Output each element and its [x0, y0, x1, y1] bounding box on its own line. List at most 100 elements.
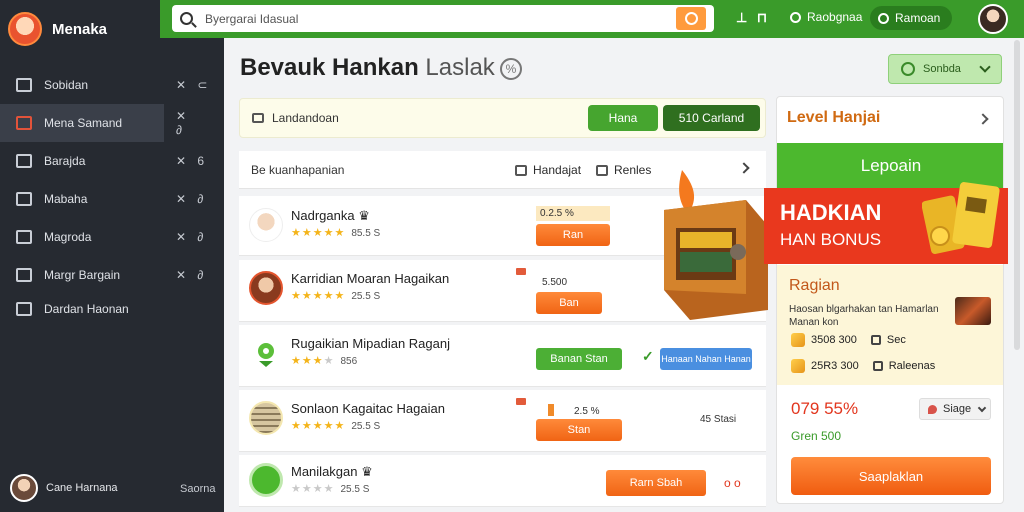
- item-percent: 5.500: [542, 277, 568, 288]
- item-action-button[interactable]: Ban: [536, 292, 602, 314]
- coin-icon: [791, 359, 805, 373]
- panel-subtitle: Ragian: [789, 277, 840, 294]
- filter-button-secondary[interactable]: 510 Carland: [663, 105, 760, 131]
- sidebar-item-label: Margr Bargain: [44, 268, 121, 282]
- nav-item-icon: [16, 154, 32, 168]
- search-bar[interactable]: [172, 5, 714, 32]
- item-action-button[interactable]: Stan: [536, 419, 622, 441]
- user-avatar: [10, 474, 38, 502]
- list-item[interactable]: Sonlaon Kagaitac Hagaian ★★★★★ 25.5 S: [239, 390, 766, 452]
- stat-1-label: Sec: [886, 334, 906, 346]
- sidebar-user-name: Cane Harnana: [46, 482, 118, 494]
- sort-dropdown[interactable]: Sonbda: [888, 54, 1002, 84]
- arrow-up-icon: [548, 404, 554, 416]
- sidebar-item-meta[interactable]: ✕ 6: [176, 154, 208, 168]
- list-option-2[interactable]: Renles: [596, 163, 651, 177]
- percent-icon[interactable]: %: [500, 58, 522, 80]
- top-pill-label: Ramoan: [895, 11, 941, 25]
- top-link-label: Raobgnaa: [807, 10, 863, 24]
- list-header-title: Be kuanhapanian: [251, 162, 345, 177]
- list-option-1-label: Handajat: [533, 163, 582, 177]
- right-panel: Level Hanjai Lepoain Ragian Haosan blgar…: [776, 96, 1004, 504]
- item-thumbnail: [249, 337, 283, 371]
- checkbox-icon: [596, 164, 608, 176]
- sidebar-item-meta[interactable]: ✕ ∂: [176, 192, 207, 206]
- globe-icon: [901, 62, 915, 76]
- filter-icon: [252, 113, 264, 123]
- list-option-1[interactable]: Handajat: [515, 163, 581, 177]
- rating-stars: ★★★★★ 85.5 S: [291, 227, 381, 239]
- brand-name: Menaka: [52, 20, 108, 38]
- flag-icon: [516, 398, 526, 405]
- item-score: 25.5 S: [351, 291, 381, 302]
- item-extra[interactable]: o o: [724, 476, 741, 490]
- item-score: 25.5 S: [351, 421, 381, 432]
- stage-dropdown[interactable]: Siage: [919, 398, 991, 420]
- scrollbar[interactable]: [1014, 40, 1020, 350]
- item-secondary-button[interactable]: Hanaan Nahan Hanan: [660, 348, 752, 370]
- item-percent: 0.2.5 %: [536, 206, 610, 221]
- sidebar-item-5[interactable]: Margr Bargain ✕ ∂: [0, 256, 224, 294]
- sidebar-item-label: Dardan Haonan: [44, 302, 129, 316]
- rating-stars: ★★★★★ 25.5 S: [291, 290, 381, 302]
- checkbox-icon[interactable]: [870, 335, 881, 345]
- sidebar-user[interactable]: Cane Harnana: [10, 474, 118, 502]
- brand[interactable]: Menaka: [8, 12, 107, 46]
- sidebar-item-meta[interactable]: ✕ ∂: [176, 230, 207, 244]
- shield-icon: [928, 404, 937, 414]
- location-pin-icon: [258, 343, 274, 367]
- search-button[interactable]: [676, 7, 706, 30]
- checkbox-icon[interactable]: [872, 361, 883, 371]
- top-mini-icons[interactable]: ⊥ ⊓: [736, 10, 770, 26]
- sidebar-nav: Sobidan ✕ ⊂ Mena Samand ✕ ∂ Barajda ✕ 6 …: [0, 66, 224, 324]
- sidebar-item-label: Mabaha: [44, 192, 88, 206]
- chevron-down-icon: [979, 61, 991, 73]
- sidebar-item-meta[interactable]: ✕ ∂: [176, 109, 190, 137]
- item-name: Manilakgan ♛: [291, 464, 373, 479]
- sidebar-item-meta[interactable]: ✕ ⊂: [176, 78, 211, 92]
- nav-item-icon: [16, 268, 32, 282]
- chevron-down-icon: [977, 403, 987, 412]
- rating-stars: ★★★★★ 25.5 S: [291, 420, 381, 432]
- sidebar-user-meta: Saorna: [180, 483, 216, 495]
- filter-text: Landandoan: [272, 111, 339, 125]
- item-thumbnail: [249, 463, 283, 497]
- nav-item-icon: [16, 116, 32, 130]
- bonus-line-2: HAN BONUS: [780, 230, 882, 249]
- nav-item-icon: [16, 302, 32, 316]
- item-action-button[interactable]: Banan Stan: [536, 348, 622, 370]
- sidebar-item-label: Barajda: [44, 154, 86, 168]
- stat-2-label: Raleenas: [888, 360, 936, 372]
- panel-cta-button[interactable]: Saaplaklan: [791, 457, 991, 495]
- item-name: Sonlaon Kagaitac Hagaian: [291, 401, 445, 416]
- profile-avatar[interactable]: [978, 4, 1008, 34]
- search-input[interactable]: [205, 11, 665, 26]
- brand-logo-icon: [8, 12, 42, 46]
- list-option-2-label: Renles: [614, 163, 652, 177]
- sidebar-item-1[interactable]: Mena Samand ✕ ∂: [0, 104, 186, 142]
- item-action-button[interactable]: Ran: [536, 224, 610, 246]
- sidebar-item-0[interactable]: Sobidan ✕ ⊂: [0, 66, 224, 104]
- rating-stars: ★★★★ 856: [291, 355, 358, 367]
- sidebar-item-6[interactable]: Dardan Haonan: [0, 294, 224, 324]
- panel-title: Level Hanjai: [787, 109, 881, 126]
- rating-stars: ★★★★ 25.5 S: [291, 483, 370, 495]
- filter-button-primary[interactable]: Hana: [588, 105, 658, 131]
- sidebar-item-2[interactable]: Barajda ✕ 6: [0, 142, 224, 180]
- document-icon: [515, 164, 527, 176]
- sidebar-item-4[interactable]: Magroda ✕ ∂: [0, 218, 224, 256]
- search-icon: [180, 12, 193, 25]
- sidebar-item-meta[interactable]: ✕ ∂: [176, 268, 207, 282]
- item-score: 25.5 S: [340, 484, 370, 495]
- chevron-right-icon[interactable]: [977, 113, 989, 125]
- top-pill-button[interactable]: Ramoan: [870, 6, 953, 30]
- bonus-line-1: HADKIAN: [780, 200, 882, 225]
- nav-item-icon: [16, 230, 32, 244]
- sidebar-item-3[interactable]: Mabaha ✕ ∂: [0, 180, 224, 218]
- item-name: Karridian Moaran Hagaikan: [291, 271, 450, 286]
- sort-label: Sonbda: [923, 63, 961, 75]
- coin-icon: [791, 333, 805, 347]
- item-action-button[interactable]: Rarn Sbah: [606, 470, 706, 496]
- top-search-link[interactable]: Raobgnaa: [790, 10, 862, 24]
- treasure-chest-icon: [660, 170, 770, 320]
